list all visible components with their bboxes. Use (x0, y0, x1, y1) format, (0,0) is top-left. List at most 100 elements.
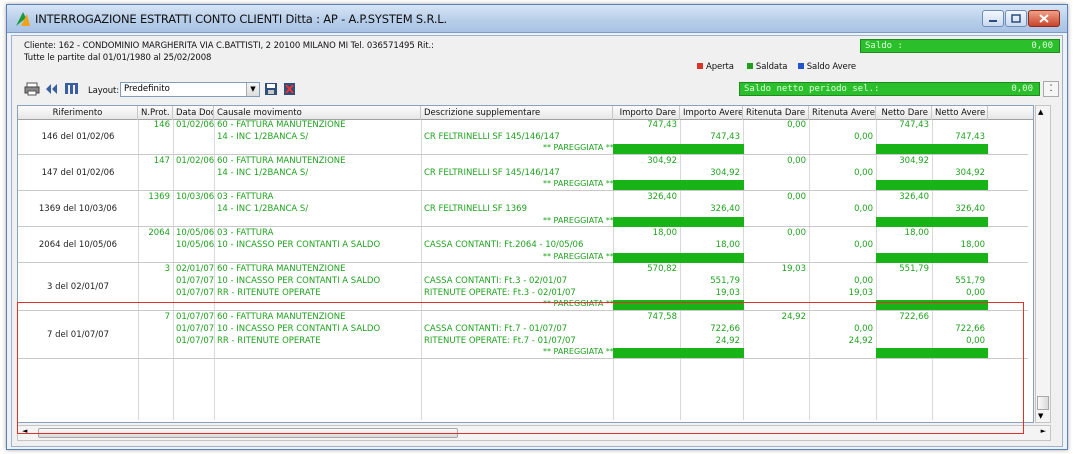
cell-causale: 14 - INC 1/2BANCA S/ (217, 131, 309, 142)
table-row[interactable]: 14 - INC 1/2BANCA S/CR FELTRINELLI SF 14… (18, 168, 1028, 180)
title-bar[interactable]: INTERROGAZIONE ESTRATTI CONTO CLIENTI Di… (7, 5, 1067, 33)
table-row[interactable]: 01/07/07 RR - RITENUTE OPERATE RITENUTE OP… (18, 336, 1028, 348)
table-row[interactable]: 01/07/07 10 - INCASSO PER CONTANTI A SALD… (18, 276, 1028, 288)
table-row[interactable]: 7 01/07/07 60 - FATTURA MANUTENZIONE 747,58… (18, 312, 1028, 324)
cell-causale: 14 - INC 1/2BANCA S/ (217, 167, 309, 178)
cell-causale: RR - RITENUTE OPERATE (217, 335, 321, 346)
cell-idare: 18,00 (652, 228, 677, 239)
partita-group[interactable]: 146 del 01/02/06 146 01/02/06 60 - FATTURA … (18, 120, 1028, 156)
printer-icon[interactable] (24, 82, 40, 96)
cell-ravere (809, 192, 876, 204)
column-header[interactable]: Riferimento (18, 106, 138, 120)
horizontal-scrollbar[interactable]: ◄ ► (17, 425, 1051, 441)
cell-descr: CR FELTRINELLI SF 1369 (424, 203, 528, 214)
cell-rdare (743, 168, 809, 180)
cell-ndare: 747,43 (899, 120, 929, 130)
partita-group[interactable]: 2064 del 10/05/06 2064 10/05/06 03 - FATTUR… (18, 228, 1028, 264)
legend-aperta-swatch (697, 63, 703, 69)
cell-descr: CASSA CONTANTI: Ft.3 - 02/01/07 (424, 276, 568, 287)
maximize-icon (1011, 14, 1021, 23)
table-row[interactable]: 10/05/06 10 - INCASSO PER CONTANTI A SALD… (18, 240, 1028, 252)
cell-idare: 747,58 (647, 312, 677, 323)
cell-nprot: 7 (164, 312, 170, 323)
column-header[interactable]: N.Prot. (138, 106, 173, 120)
partita-group[interactable]: 3 del 02/01/07 3 02/01/07 60 - FATTURA MANU… (18, 264, 1028, 312)
chevron-down-icon: ▼ (246, 83, 259, 96)
saldata-bar (613, 252, 744, 263)
column-header[interactable]: Netto Dare (876, 106, 932, 120)
close-button[interactable] (1028, 10, 1060, 27)
column-header[interactable]: Ritenuta Dare (743, 106, 809, 120)
delete-layout-icon[interactable] (282, 82, 298, 96)
column-header[interactable]: Descrizione supplementare (421, 106, 613, 120)
columns-icon[interactable] (64, 82, 80, 96)
partita-group[interactable]: 7 del 01/07/07 7 01/07/07 60 - FATTURA MANU… (18, 312, 1028, 359)
layout-label: Layout: (88, 86, 120, 96)
scroll-right-icon[interactable]: ► (1041, 427, 1046, 435)
cell-causale: 10 - INCASSO PER CONTANTI A SALDO (217, 276, 381, 287)
save-layout-icon[interactable] (264, 82, 280, 96)
cell-data: 10/05/06 (176, 228, 214, 239)
table-row[interactable]: 01/07/07 10 - INCASSO PER CONTANTI A SALD… (18, 324, 1028, 336)
app-logo-icon (16, 12, 30, 26)
horizontal-scroll-thumb[interactable] (38, 428, 458, 438)
cell-idare (613, 288, 680, 300)
cell-nprot (138, 168, 173, 180)
movements-grid[interactable]: Riferimento N.Prot. Data Doc. Causale movim… (17, 105, 1034, 423)
cell-navere: 326,40 (955, 203, 985, 214)
maximize-button[interactable] (1005, 10, 1027, 27)
table-row[interactable]: 01/07/07 RR - RITENUTE OPERATE RITENUTE OP… (18, 288, 1028, 300)
cell-iavere (680, 312, 743, 324)
cell-descr: CASSA CONTANTI: Ft.7 - 01/07/07 (424, 323, 568, 334)
saldata-bar (876, 216, 988, 227)
vertical-scrollbar[interactable]: ▲ ▼ (1035, 105, 1051, 423)
close-icon (1039, 14, 1049, 23)
cell-ravere: 24,92 (848, 335, 873, 346)
grid-header: Riferimento N.Prot. Data Doc. Causale movim… (18, 106, 1033, 120)
filter-icon[interactable] (45, 82, 61, 96)
cell-iavere: 24,92 (715, 335, 740, 346)
table-row[interactable]: 2064 10/05/06 03 - FATTURA 18,00 0,00 18,00 (18, 228, 1028, 240)
cell-ndare (876, 276, 932, 288)
cell-data: 01/07/07 (176, 312, 214, 323)
table-row[interactable]: 147 01/02/06 60 - FATTURA MANUTENZIONE 304,… (18, 156, 1028, 168)
cell-ndare: 551,79 (899, 264, 929, 275)
column-header[interactable]: Importo Avere (680, 106, 743, 120)
pareggiata-label: ** PAREGGIATA ** (543, 251, 614, 261)
pareggiata-label: ** PAREGGIATA ** (543, 347, 614, 357)
column-header[interactable]: Importo Dare (613, 106, 680, 120)
partita-group[interactable]: 147 del 01/02/06 147 01/02/06 60 - FATTURA … (18, 156, 1028, 192)
cell-ravere (809, 156, 876, 168)
legend-saldo-avere-swatch (797, 63, 804, 69)
table-row[interactable]: 14 - INC 1/2BANCA S/CR FELTRINELLI SF 14… (18, 132, 1028, 144)
cell-ndare (876, 204, 932, 216)
cell-rdare: 0,00 (787, 228, 806, 239)
table-row[interactable]: 146 01/02/06 60 - FATTURA MANUTENZIONE 747,… (18, 120, 1028, 132)
scroll-down-icon[interactable]: ▼ (1038, 412, 1043, 420)
table-row[interactable]: 1369 10/03/06 03 - FATTURA 326,40 0,00 326,40 (18, 192, 1028, 204)
scroll-up-icon[interactable]: ▲ (1038, 108, 1043, 116)
column-header[interactable]: Netto Avere (932, 106, 988, 120)
pareggiata-label: ** PAREGGIATA ** (543, 143, 614, 153)
saldo-netto-label: Saldo netto periodo sel.: (744, 84, 880, 94)
minimize-button[interactable] (982, 10, 1004, 27)
vertical-scroll-thumb[interactable] (1037, 396, 1049, 410)
cell-causale: RR - RITENUTE OPERATE (217, 287, 321, 298)
spin-button[interactable]: ⁚ (1043, 81, 1059, 97)
table-row[interactable]: 3 02/01/07 60 - FATTURA MANUTENZIONE 570,82… (18, 264, 1028, 276)
column-header[interactable]: Ritenuta Avere (809, 106, 876, 120)
scroll-left-icon[interactable]: ◄ (22, 427, 27, 435)
column-header[interactable]: Data Doc. (173, 106, 214, 120)
table-row[interactable]: 14 - INC 1/2BANCA S/CR FELTRINELLI SF 13… (18, 204, 1028, 216)
cell-idare (613, 240, 680, 252)
cell-ravere (809, 264, 876, 276)
column-header[interactable]: Causale movimento (214, 106, 421, 120)
cell-idare: 747,43 (647, 120, 677, 130)
layout-select[interactable]: Predefinito ▼ (120, 82, 260, 97)
cell-navere (932, 192, 988, 204)
cell-ravere (809, 228, 876, 240)
cell-idare: 570,82 (647, 264, 677, 275)
cell-ndare: 722,66 (899, 312, 929, 323)
pareggiata-label: ** PAREGGIATA ** (543, 179, 614, 189)
partita-group[interactable]: 1369 del 10/03/06 1369 10/03/06 03 - FATTUR… (18, 192, 1028, 228)
